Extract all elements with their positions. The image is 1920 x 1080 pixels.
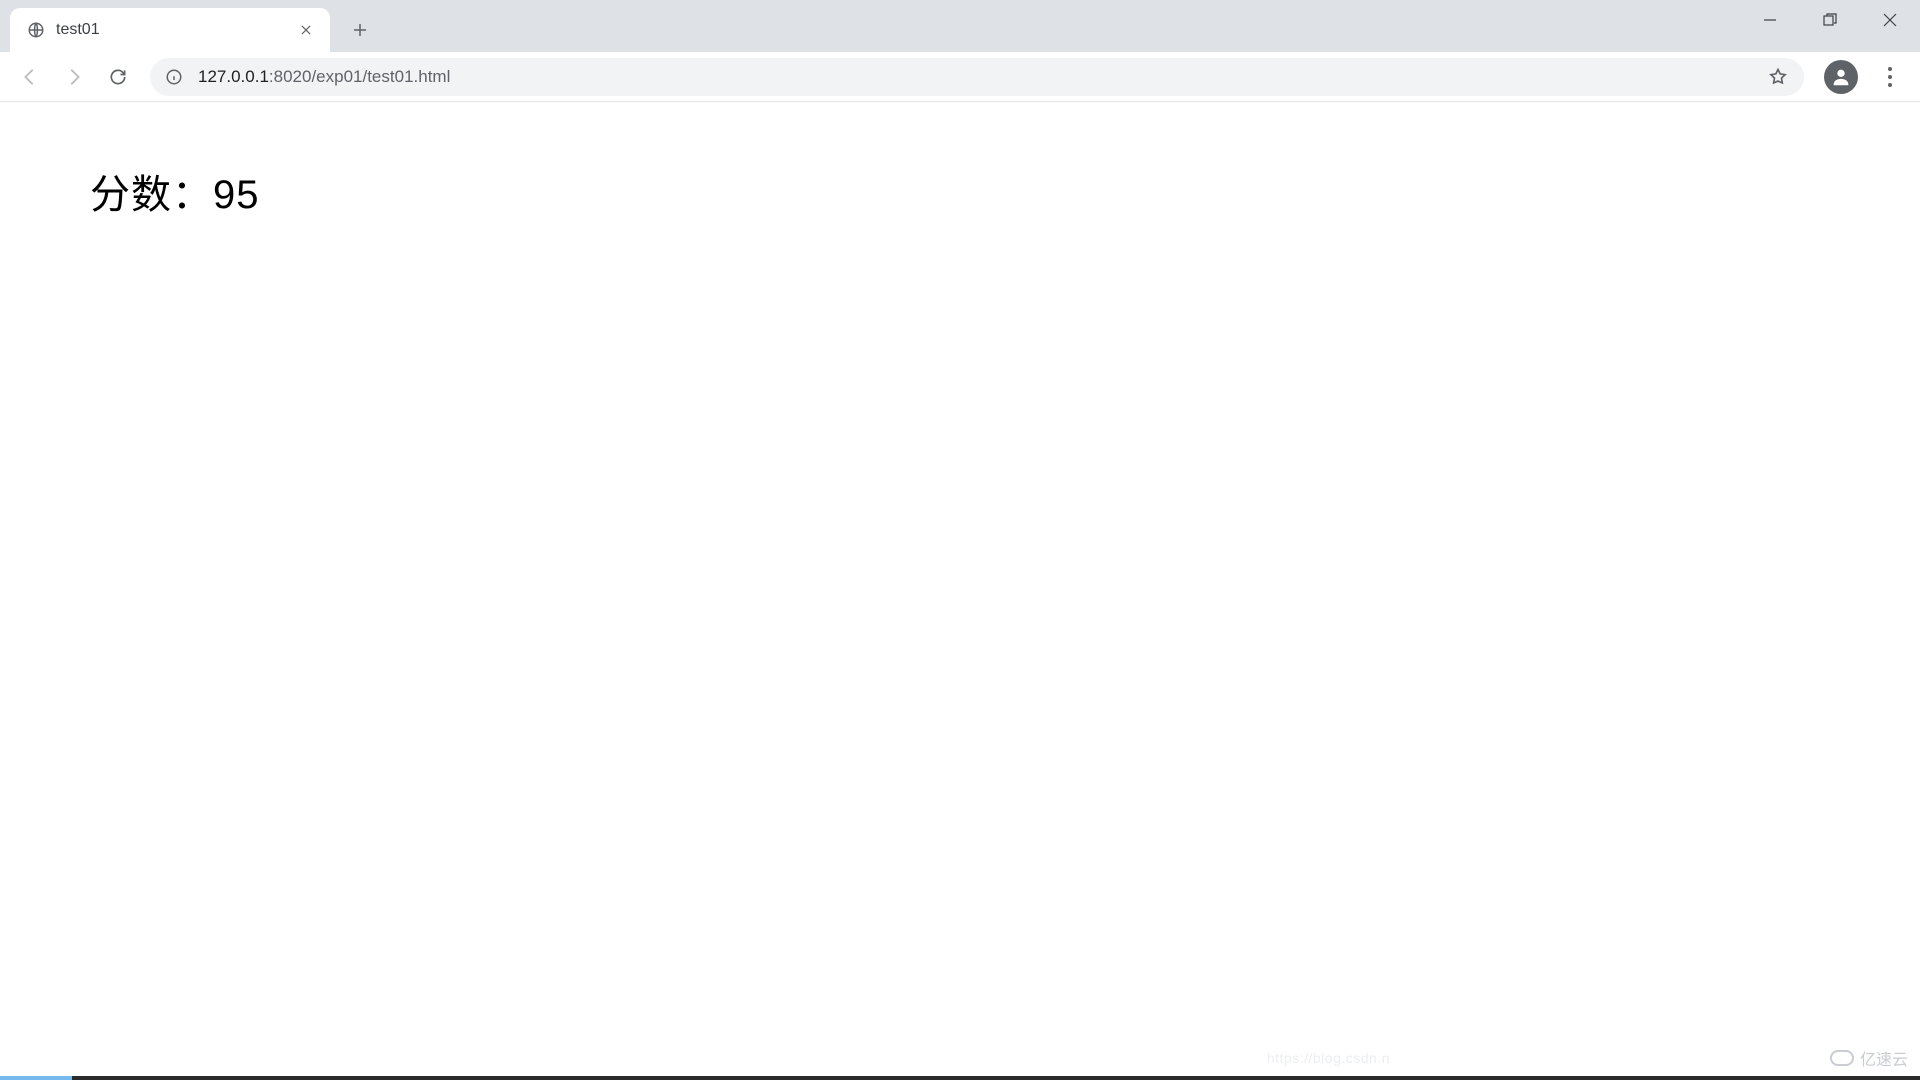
- window-controls: [1740, 0, 1920, 40]
- watermark-brand: 亿速云: [1830, 1046, 1908, 1070]
- cloud-icon: [1830, 1050, 1854, 1066]
- menu-button[interactable]: [1870, 57, 1910, 97]
- score-label: 分数：: [90, 173, 213, 217]
- tab-strip: test01: [0, 0, 1920, 52]
- score-text: 分数：95: [90, 162, 1830, 220]
- reload-button[interactable]: [98, 57, 138, 97]
- new-tab-button[interactable]: [342, 12, 378, 48]
- forward-button[interactable]: [54, 57, 94, 97]
- bookmark-star-icon[interactable]: [1766, 65, 1790, 89]
- browser-toolbar: 127.0.0.1:8020/exp01/test01.html: [0, 52, 1920, 102]
- close-window-button[interactable]: [1860, 0, 1920, 40]
- url-text: 127.0.0.1:8020/exp01/test01.html: [198, 67, 1766, 87]
- page-viewport: 分数：95: [0, 102, 1920, 280]
- watermark-label: 亿速云: [1860, 1046, 1908, 1070]
- kebab-icon: [1873, 67, 1907, 87]
- url-path: :8020/exp01/test01.html: [269, 67, 450, 86]
- profile-avatar[interactable]: [1824, 60, 1858, 94]
- score-value: 95: [213, 173, 260, 217]
- maximize-button[interactable]: [1800, 0, 1860, 40]
- url-host: 127.0.0.1: [198, 67, 269, 86]
- globe-icon: [26, 20, 46, 40]
- close-icon[interactable]: [296, 20, 316, 40]
- back-button[interactable]: [10, 57, 50, 97]
- minimize-button[interactable]: [1740, 0, 1800, 40]
- taskbar-sliver: [0, 1076, 1920, 1080]
- browser-tab[interactable]: test01: [10, 8, 330, 52]
- address-bar[interactable]: 127.0.0.1:8020/exp01/test01.html: [150, 58, 1804, 96]
- watermark-url: https://blog.csdn.n: [1267, 1050, 1390, 1066]
- site-info-icon[interactable]: [164, 67, 184, 87]
- tab-title: test01: [56, 21, 100, 39]
